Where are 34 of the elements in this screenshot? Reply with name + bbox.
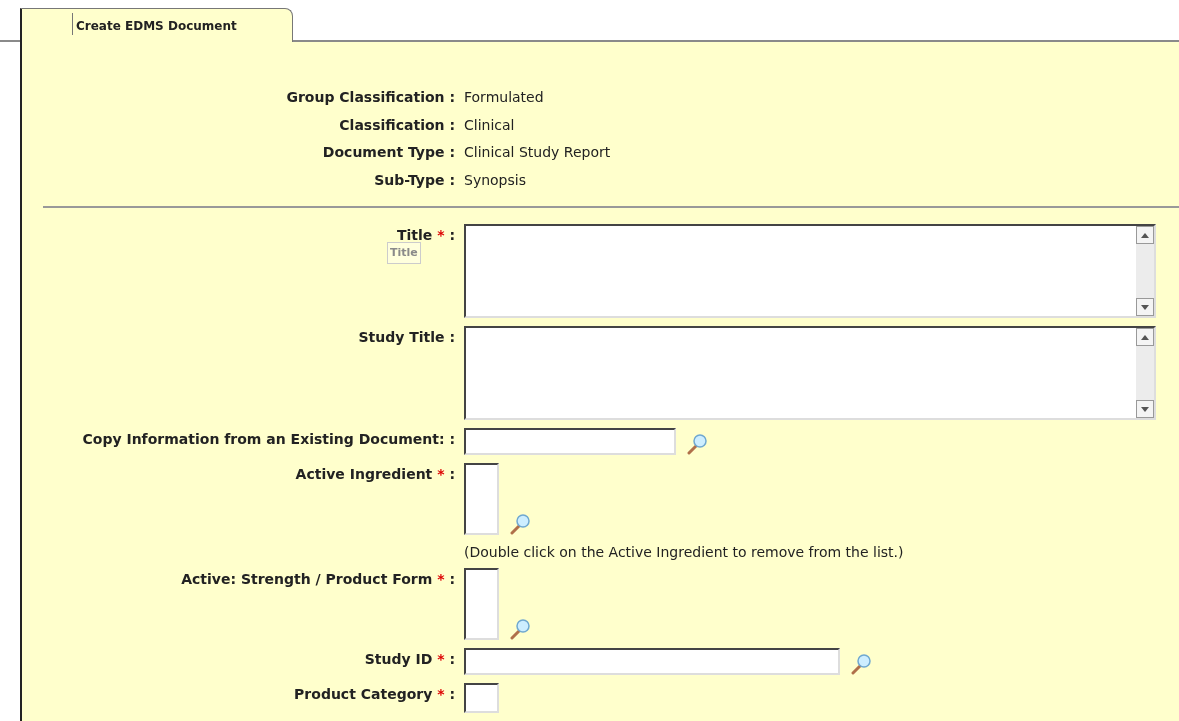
field-label: Product Category * :	[294, 685, 455, 703]
list-box[interactable]	[464, 568, 499, 640]
field-label: Classification :	[338, 115, 455, 135]
field-label: Document Type :	[321, 143, 455, 162]
field-value: Clinical	[464, 115, 515, 135]
text-field[interactable]	[464, 428, 676, 455]
scroll-up-icon[interactable]	[1141, 334, 1149, 340]
field-value: Formulated	[464, 88, 544, 107]
scroll-down-icon[interactable]	[1141, 304, 1149, 310]
list-box[interactable]	[464, 683, 499, 713]
search-icon[interactable]	[686, 433, 708, 455]
field-label: Active Ingredient * :	[295, 465, 455, 483]
field-value: Synopsis	[464, 170, 526, 190]
scroll-down-icon[interactable]	[1141, 406, 1149, 412]
field-value: Clinical Study Report	[464, 143, 611, 162]
field-label: Copy Information from an Existing Document: :	[82, 430, 455, 448]
text-area[interactable]	[464, 326, 1156, 420]
text-field[interactable]	[464, 648, 840, 675]
scrollbar[interactable]	[1136, 328, 1154, 418]
field-label: Study Title :	[358, 328, 455, 346]
field-label: Active: Strength / Product Form * :	[181, 570, 455, 588]
field-label: Sub-Type :	[373, 170, 455, 190]
field-label: Study ID * :	[364, 650, 455, 668]
field-label: Group Classification :	[285, 88, 455, 107]
search-icon[interactable]	[509, 513, 531, 535]
tab[interactable]: Create EDMS Document	[20, 8, 293, 42]
scrollbar[interactable]	[1136, 226, 1154, 316]
tooltip: Title	[386, 242, 421, 264]
hint-text: (Double click on the Active Ingredient to remove from the list.)	[464, 544, 904, 560]
list-box[interactable]	[464, 463, 499, 535]
scroll-up-icon[interactable]	[1141, 232, 1149, 238]
text-area[interactable]	[464, 224, 1156, 318]
search-icon[interactable]	[850, 653, 872, 675]
search-icon[interactable]	[509, 618, 531, 640]
